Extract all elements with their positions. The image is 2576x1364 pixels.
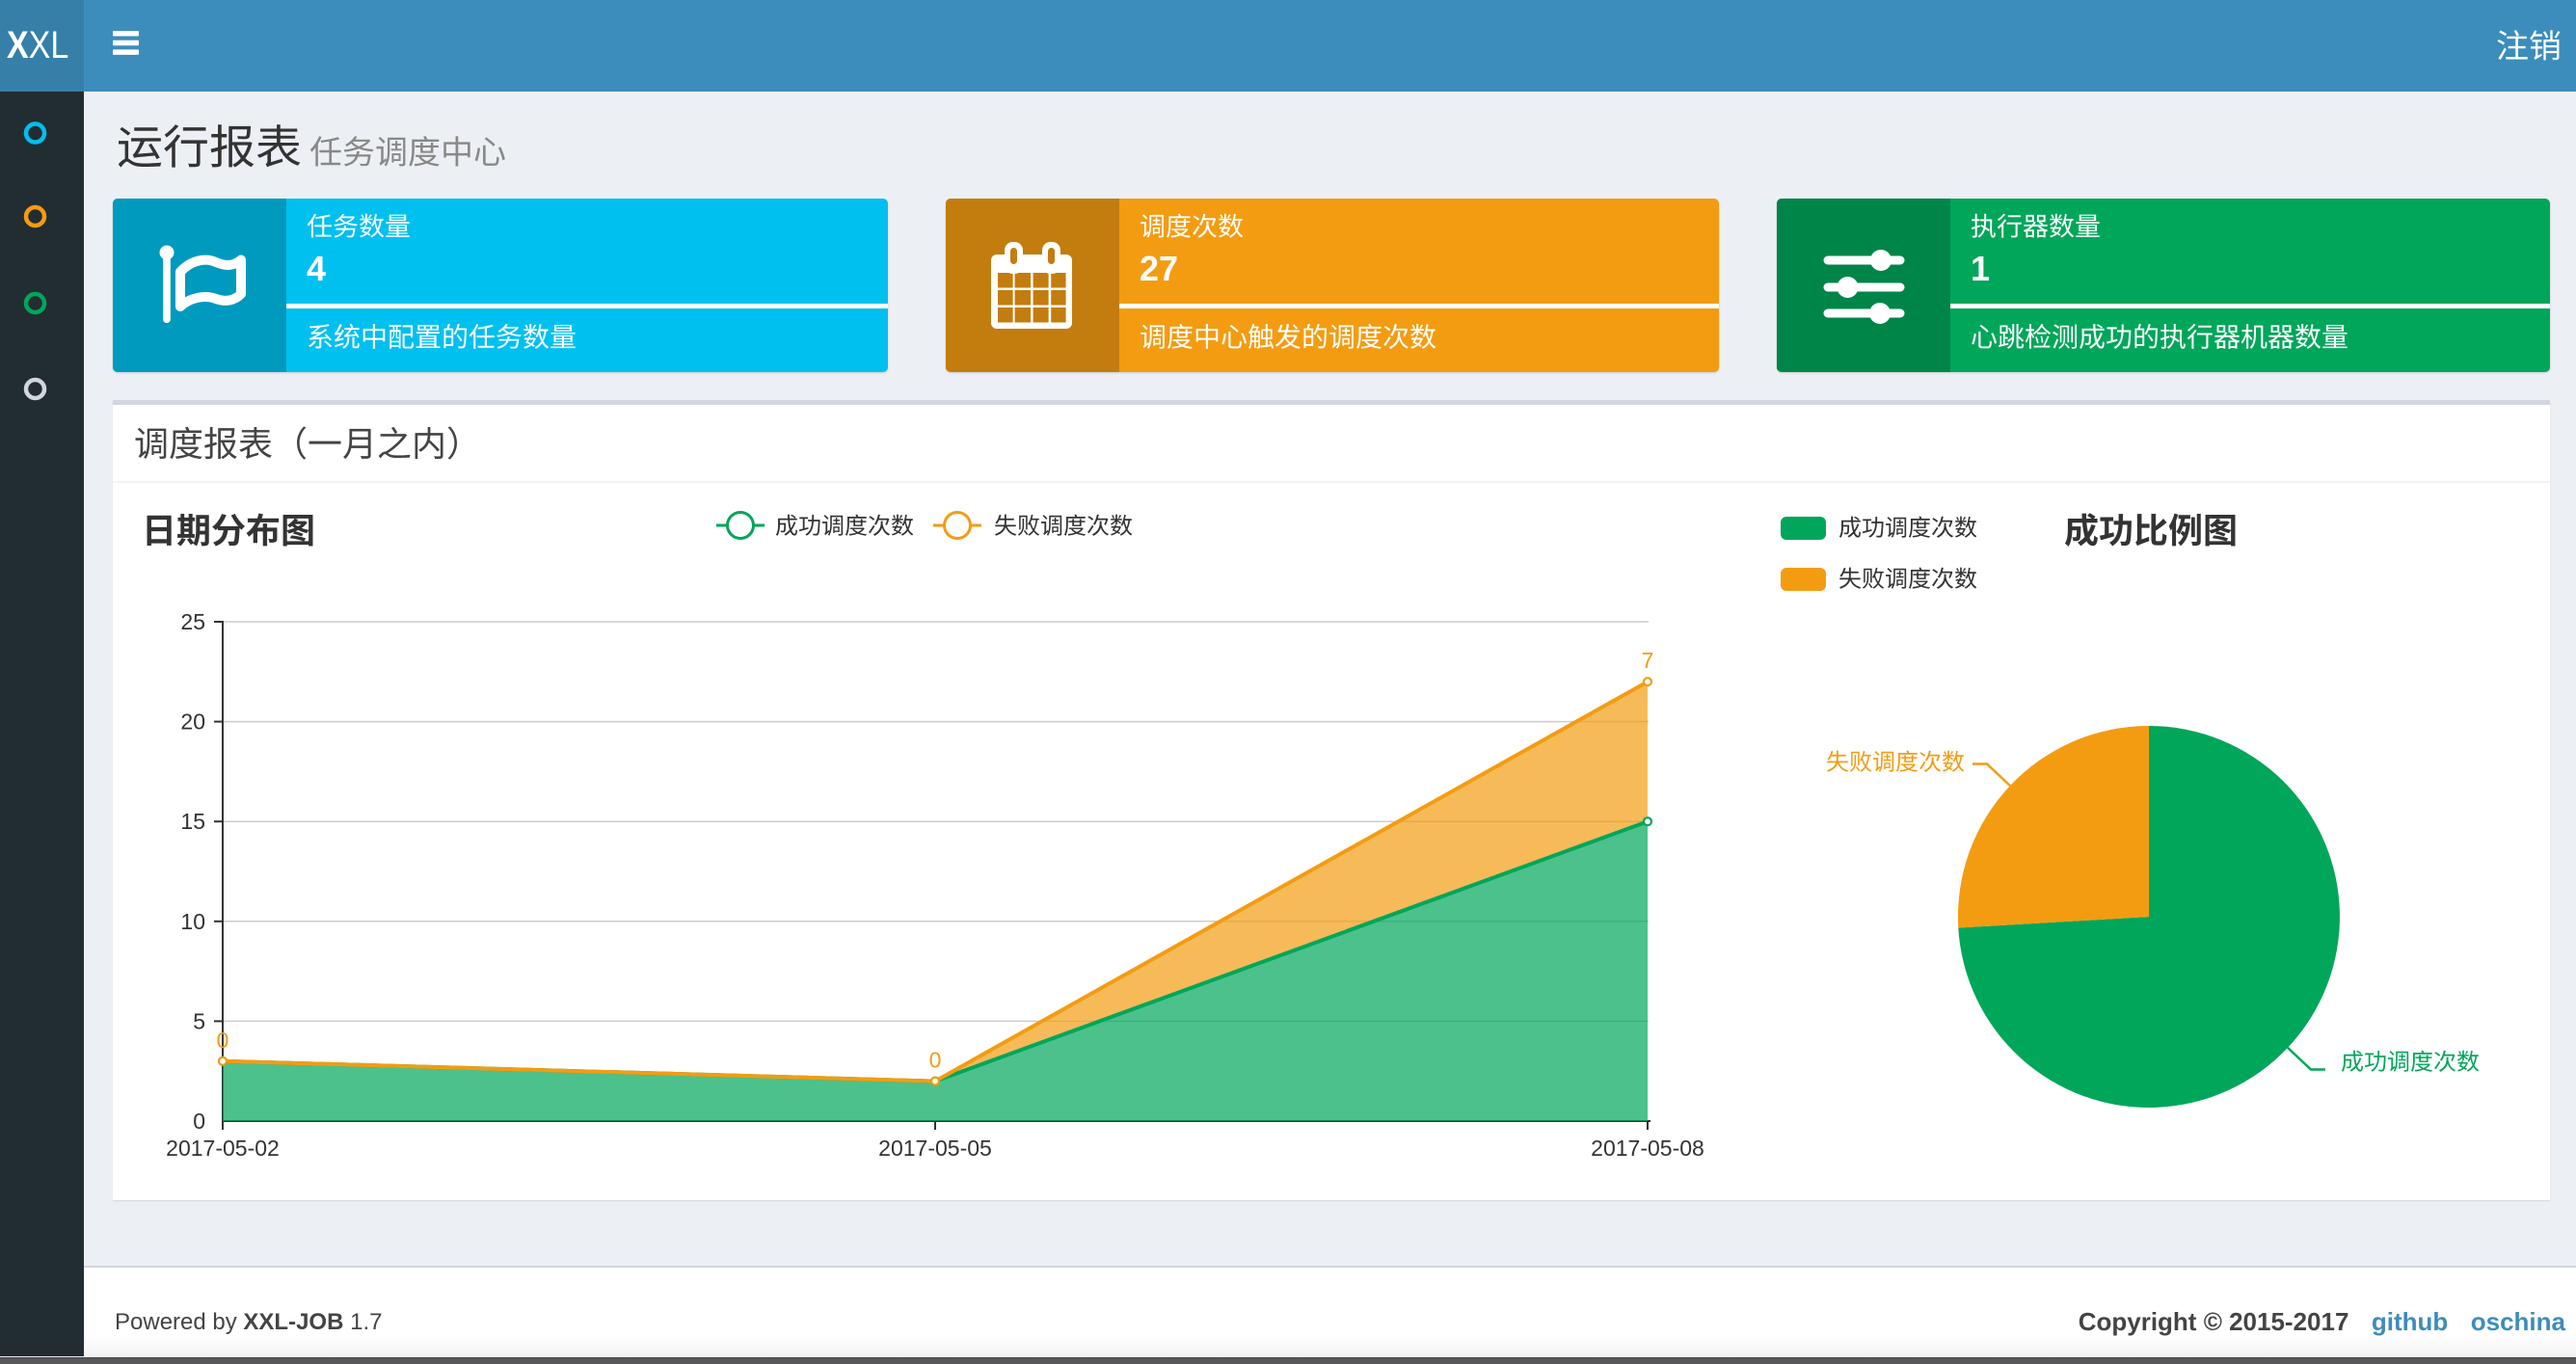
svg-text:2017-05-05: 2017-05-05 [878, 1136, 992, 1161]
svg-text:0: 0 [193, 1109, 205, 1134]
svg-text:7: 7 [1642, 648, 1654, 673]
svg-text:2017-05-08: 2017-05-08 [1591, 1136, 1704, 1161]
svg-text:20: 20 [180, 709, 205, 735]
svg-text:25: 25 [180, 609, 205, 634]
svg-text:10: 10 [180, 909, 205, 934]
svg-text:5: 5 [193, 1008, 205, 1033]
svg-text:15: 15 [180, 809, 205, 834]
svg-text:0: 0 [929, 1048, 942, 1073]
svg-text:0: 0 [217, 1028, 229, 1053]
svg-text:2017-05-02: 2017-05-02 [166, 1136, 280, 1161]
